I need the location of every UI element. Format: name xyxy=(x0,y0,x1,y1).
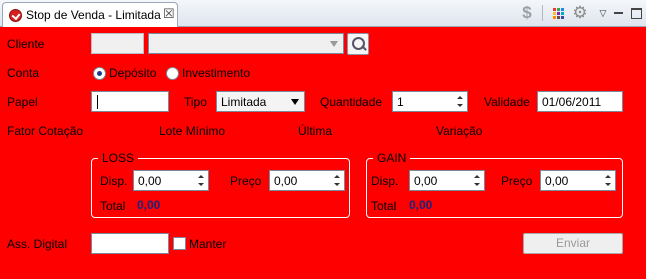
tipo-label: Tipo xyxy=(184,95,207,109)
loss-group: LOSS Disp. 0,00 Preço 0,00 Total 0,00 xyxy=(91,151,350,218)
dollar-icon[interactable]: $ xyxy=(518,4,536,22)
close-icon[interactable]: ☒ xyxy=(163,6,175,22)
validade-label: Validade xyxy=(484,95,530,109)
spinner-arrows-icon[interactable] xyxy=(602,172,614,189)
order-panel: Cliente Conta Depósito Investimento Pape… xyxy=(0,27,646,279)
enviar-button[interactable]: Enviar xyxy=(523,233,623,254)
lote-minimo-label: Lote Mínimo xyxy=(159,124,226,138)
loss-title: LOSS xyxy=(98,151,139,165)
gain-disp-stepper[interactable]: 0,00 xyxy=(409,170,485,191)
ass-digital-label: Ass. Digital xyxy=(7,237,68,251)
loss-total-label: Total xyxy=(100,199,126,213)
app-icon xyxy=(9,9,22,22)
loss-total-value: 0,00 xyxy=(137,198,161,212)
tab-title: Stop de Venda - Limitada xyxy=(26,8,161,22)
loss-disp-stepper[interactable]: 0,00 xyxy=(133,170,209,191)
deposito-label: Depósito xyxy=(109,66,157,80)
gain-total-label: Total xyxy=(371,199,397,213)
gain-total-value: 0,00 xyxy=(409,198,433,212)
papel-input[interactable] xyxy=(91,91,169,112)
gain-group: GAIN Disp. 0,00 Preço 0,00 Total 0,00 xyxy=(366,151,623,218)
manter-label: Manter xyxy=(189,237,227,251)
tab-stop-de-venda[interactable]: Stop de Venda - Limitada ☒ xyxy=(2,2,178,27)
validade-input[interactable]: 01/06/2011 xyxy=(537,91,623,112)
cliente-label: Cliente xyxy=(7,37,45,51)
loss-preco-stepper[interactable]: 0,00 xyxy=(269,170,345,191)
color-grid-icon[interactable] xyxy=(550,4,568,22)
gain-preco-stepper[interactable]: 0,00 xyxy=(540,170,616,191)
chevron-down-icon xyxy=(330,41,338,47)
gear-icon[interactable]: ⚙ xyxy=(571,4,589,22)
search-icon[interactable] xyxy=(347,33,369,55)
cliente-name-select[interactable] xyxy=(148,33,344,54)
manter-checkbox[interactable] xyxy=(173,237,186,250)
quantidade-stepper[interactable]: 1 xyxy=(392,91,468,112)
text-cursor xyxy=(97,95,98,109)
spinner-arrows-icon[interactable] xyxy=(454,93,466,110)
tab-bar: Stop de Venda - Limitada ☒ $ ⚙ ▽ xyxy=(0,0,646,27)
minimize-icon[interactable] xyxy=(610,4,628,22)
fator-cotacao-label: Fator Cotação xyxy=(7,124,84,138)
quantidade-label: Quantidade xyxy=(320,95,383,109)
spinner-arrows-icon[interactable] xyxy=(195,172,207,189)
investimento-radio[interactable] xyxy=(166,67,179,80)
loss-disp-label: Disp. xyxy=(100,174,128,188)
conta-label: Conta xyxy=(7,66,40,80)
gain-title: GAIN xyxy=(373,151,411,165)
tipo-select[interactable]: Limitada xyxy=(216,91,305,112)
deposito-radio[interactable] xyxy=(93,67,106,80)
variacao-label: Variação xyxy=(436,124,483,138)
gain-preco-label: Preço xyxy=(501,174,533,188)
papel-label: Papel xyxy=(7,95,38,109)
spinner-arrows-icon[interactable] xyxy=(471,172,483,189)
chevron-down-icon xyxy=(291,99,299,105)
spinner-arrows-icon[interactable] xyxy=(331,172,343,189)
toolbar-divider xyxy=(542,5,543,21)
investimento-label: Investimento xyxy=(182,66,251,80)
cliente-code-input[interactable] xyxy=(91,33,144,54)
ultima-label: Última xyxy=(298,124,333,138)
ass-digital-input[interactable] xyxy=(91,233,169,254)
maximize-icon[interactable] xyxy=(627,4,645,22)
gain-disp-label: Disp. xyxy=(371,174,399,188)
loss-preco-label: Preço xyxy=(230,174,262,188)
